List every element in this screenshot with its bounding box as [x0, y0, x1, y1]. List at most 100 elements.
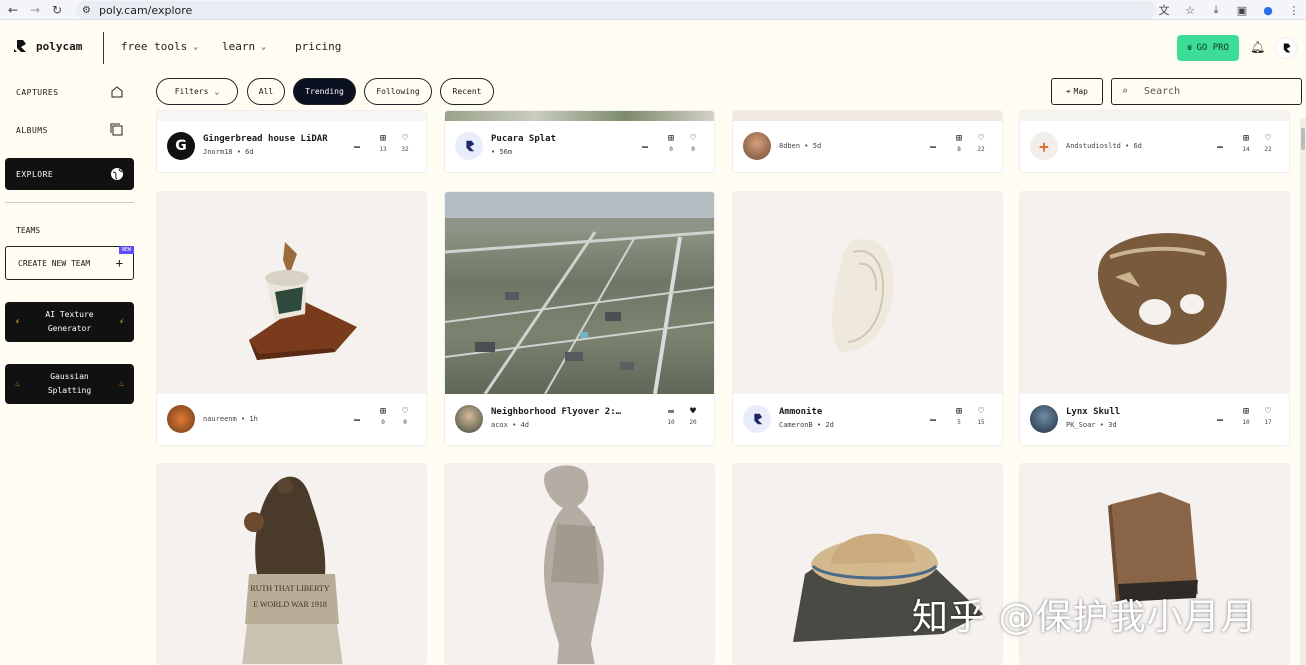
capture-meta: Andstudiosltd • 6d	[1066, 142, 1142, 150]
brand-logo[interactable]: polycam	[12, 38, 82, 54]
like-button[interactable]: ♡ 32	[397, 133, 413, 153]
save-to-album-button[interactable]: ⊞ 10	[1238, 406, 1254, 426]
folder-plus-icon: ⊞	[667, 133, 675, 144]
save-to-album-button[interactable]: ⊞ 13	[375, 133, 391, 153]
more-options-icon[interactable]: …	[930, 140, 937, 151]
ammonite-model	[832, 238, 893, 352]
save-to-album-button[interactable]: ⊞ 8	[951, 133, 967, 153]
tab-all[interactable]: All	[247, 78, 285, 105]
reload-icon[interactable]: ↻	[48, 1, 66, 19]
tab-recent[interactable]: Recent	[440, 78, 494, 105]
boy-statue-model	[543, 465, 604, 664]
save-to-album-button[interactable]: ⊞ 0	[375, 406, 391, 426]
back-icon[interactable]: ←	[4, 1, 22, 19]
ai-texture-generator-button[interactable]: ⚡︎ AI Texture Generator ⚡︎	[5, 302, 134, 342]
capture-title[interactable]: Ammonite	[779, 407, 822, 417]
capture-card[interactable]: Neighborhood Flyover 2:… acox • 4d ▬ 10 ♥…	[444, 191, 715, 446]
scrollbar-thumb[interactable]	[1301, 128, 1305, 150]
tab-label: All	[258, 87, 274, 96]
filters-dropdown[interactable]: Filters ⌄	[156, 78, 238, 105]
avatar[interactable]	[1030, 405, 1058, 433]
search-input[interactable]: ⌕ Search	[1111, 78, 1302, 105]
capture-card[interactable]: Ammonite CameronB • 2d … ⊞ 5 ♡ 15	[732, 191, 1003, 446]
save-to-album-button[interactable]: ⊞ 14	[1238, 133, 1254, 153]
capture-thumbnail[interactable]	[733, 192, 1002, 394]
avatar[interactable]	[167, 405, 195, 433]
capture-thumbnail[interactable]: RUTH THAT LIBERTY E WORLD WAR 1918	[157, 464, 426, 664]
create-new-team-button[interactable]: CREATE NEW TEAM + NEW	[5, 246, 134, 280]
menu-pricing[interactable]: pricing	[295, 40, 341, 53]
more-options-icon[interactable]: …	[642, 140, 649, 151]
like-button[interactable]: ♡ 15	[973, 406, 989, 426]
sidepanel-icon[interactable]: ▣	[1234, 1, 1250, 19]
avatar[interactable]: +	[1030, 132, 1058, 160]
like-button[interactable]: ♥ 20	[685, 406, 701, 426]
user-avatar[interactable]	[1275, 37, 1297, 59]
gaussian-splatting-button[interactable]: ♨ Gaussian Splatting ♨	[5, 364, 134, 404]
bookmark-star-icon[interactable]: ☆	[1182, 1, 1198, 19]
avatar[interactable]	[455, 132, 483, 160]
go-pro-button[interactable]: ♛ GO PRO	[1177, 35, 1239, 61]
like-button[interactable]: ♡ 17	[1260, 406, 1276, 426]
capture-thumbnail[interactable]	[1020, 192, 1289, 394]
menu-free-tools[interactable]: free tools ⌄	[121, 40, 198, 53]
capture-title[interactable]: Pucara Splat	[491, 134, 556, 144]
more-options-icon[interactable]: …	[354, 413, 361, 424]
avatar[interactable]	[455, 405, 483, 433]
profile-icon[interactable]: ●	[1260, 1, 1276, 19]
page-scrollbar[interactable]	[1300, 118, 1306, 665]
menu-label: learn	[222, 40, 256, 53]
like-button[interactable]: ♡ 22	[1260, 133, 1276, 153]
capture-card[interactable]	[444, 463, 715, 665]
browser-toolbar: ← → ↻ ⚙ poly.cam/explore 文 ☆ ⤓ ▣ ● ⋮	[0, 0, 1306, 20]
save-to-album-button[interactable]: ▬ 10	[663, 406, 679, 426]
capture-thumbnail[interactable]	[445, 464, 714, 664]
like-button[interactable]: ♡ 0	[685, 133, 701, 153]
address-bar[interactable]: ⚙ poly.cam/explore	[76, 1, 1156, 19]
avatar[interactable]	[743, 132, 771, 160]
more-options-icon[interactable]: …	[1217, 140, 1224, 151]
capture-card[interactable]: Lynx Skull PK_Soar • 3d … ⊞ 10 ♡ 17	[1019, 191, 1290, 446]
capture-card[interactable]: naureenm • 1h … ⊞ 0 ♡ 0	[156, 191, 427, 446]
save-to-album-button[interactable]: ⊞ 5	[951, 406, 967, 426]
more-options-icon[interactable]: …	[930, 413, 937, 424]
divider	[103, 32, 104, 64]
more-options-icon[interactable]: …	[1217, 413, 1224, 424]
sidebar-item-explore[interactable]: EXPLORE	[5, 158, 134, 190]
capture-title[interactable]: Gingerbread house LiDAR	[203, 134, 328, 144]
download-icon[interactable]: ⤓	[1208, 1, 1224, 19]
bell-icon[interactable]: 🔔︎	[1250, 40, 1265, 54]
tab-trending[interactable]: Trending	[293, 78, 356, 105]
capture-card[interactable]: RUTH THAT LIBERTY E WORLD WAR 1918	[156, 463, 427, 665]
sidebar-item-albums[interactable]: ALBUMS	[5, 114, 134, 146]
capture-card[interactable]: 8dben • 5d … ⊞ 8 ♡ 22	[732, 110, 1003, 173]
avatar[interactable]	[743, 405, 771, 433]
sidebar-item-label: EXPLORE	[16, 169, 54, 179]
map-button[interactable]: ⌖ Map	[1051, 78, 1103, 105]
capture-thumbnail[interactable]	[445, 192, 714, 395]
capture-card[interactable]: Pucara Splat • 56m … ⊞ 0 ♡ 0	[444, 110, 715, 173]
capture-thumbnail[interactable]	[157, 192, 426, 394]
teams-heading: TEAMS	[16, 226, 41, 235]
translate-icon[interactable]: 文	[1156, 1, 1172, 19]
kebab-menu-icon[interactable]: ⋮	[1286, 1, 1302, 19]
tab-following[interactable]: Following	[364, 78, 432, 105]
like-button[interactable]: ♡ 0	[397, 406, 413, 426]
sidebar-item-captures[interactable]: CAPTURES	[5, 76, 134, 108]
capture-meta: CameronB • 2d	[779, 421, 834, 429]
forward-icon[interactable]: →	[26, 1, 44, 19]
url-text: poly.cam/explore	[98, 3, 193, 17]
more-options-icon[interactable]: …	[354, 140, 361, 151]
capture-title[interactable]: Neighborhood Flyover 2:…	[491, 407, 621, 417]
capture-title[interactable]: Lynx Skull	[1066, 407, 1120, 417]
site-info-icon[interactable]: ⚙	[82, 5, 91, 16]
polycam-logo-icon	[1281, 43, 1291, 53]
avatar[interactable]: G	[167, 132, 195, 160]
save-to-album-button[interactable]: ⊞ 0	[663, 133, 679, 153]
like-button[interactable]: ♡ 22	[973, 133, 989, 153]
polycam-logo-icon	[751, 413, 763, 425]
capture-card[interactable]: G Gingerbread house LiDAR Jnorm18 • 6d ……	[156, 110, 427, 173]
capture-card[interactable]: + Andstudiosltd • 6d … ⊞ 14 ♡ 22	[1019, 110, 1290, 173]
menu-learn[interactable]: learn ⌄	[222, 40, 266, 53]
create-team-label: CREATE NEW TEAM	[18, 258, 91, 268]
